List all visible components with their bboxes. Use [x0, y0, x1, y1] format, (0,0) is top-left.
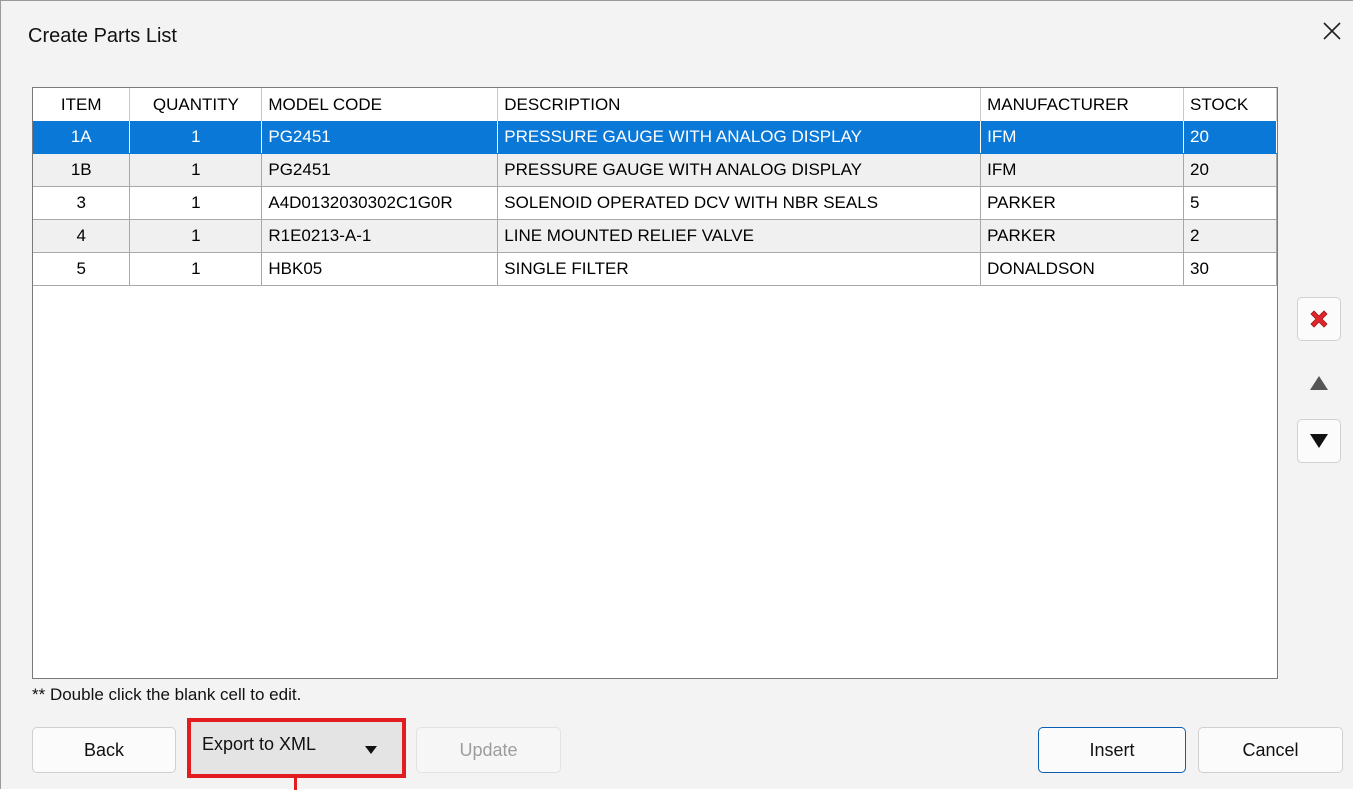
triangle-down-icon [1310, 434, 1328, 448]
export-to-xml-dropdown-button[interactable]: Export to XML [187, 718, 406, 778]
cell-description[interactable]: PRESSURE GAUGE WITH ANALOG DISPLAY [497, 153, 982, 187]
cell-quantity[interactable]: 1 [129, 252, 263, 286]
header-row: ITEM QUANTITY MODEL CODE DESCRIPTION MAN… [33, 88, 1277, 121]
cell-quantity[interactable]: 1 [129, 186, 263, 220]
cell-manufacturer[interactable]: IFM [980, 153, 1185, 187]
move-down-button[interactable] [1297, 419, 1341, 463]
cell-item[interactable]: 1A [33, 121, 131, 154]
cell-item[interactable]: 3 [33, 186, 131, 220]
cell-model-code[interactable]: HBK05 [261, 252, 499, 286]
cell-model-code[interactable]: A4D0132030302C1G0R [261, 186, 499, 220]
cell-stock[interactable]: 2 [1183, 219, 1277, 253]
cell-manufacturer[interactable]: PARKER [980, 219, 1185, 253]
close-icon [1323, 22, 1341, 40]
cell-model-code[interactable]: PG2451 [261, 121, 499, 154]
export-label: Export to XML [202, 734, 317, 754]
cell-quantity[interactable]: 1 [129, 153, 263, 187]
table-row[interactable]: 4 1 R1E0213-A-1 LINE MOUNTED RELIEF VALV… [33, 219, 1277, 253]
window-title: Create Parts List [28, 25, 177, 47]
back-button[interactable]: Back [32, 727, 176, 773]
cell-quantity[interactable]: 1 [129, 121, 263, 154]
cell-item[interactable]: 1B [33, 153, 131, 187]
caret-down-icon [364, 742, 378, 760]
cell-stock[interactable]: 20 [1183, 153, 1277, 187]
column-header-manufacturer[interactable]: MANUFACTURER [980, 88, 1185, 121]
cell-manufacturer[interactable]: PARKER [980, 186, 1185, 220]
table-row[interactable]: 3 1 A4D0132030302C1G0R SOLENOID OPERATED… [33, 186, 1277, 220]
cell-description[interactable]: SINGLE FILTER [497, 252, 982, 286]
cancel-button[interactable]: Cancel [1198, 727, 1343, 773]
table-row[interactable]: 5 1 HBK05 SINGLE FILTER DONALDSON 30 [33, 252, 1277, 286]
cell-model-code[interactable]: R1E0213-A-1 [261, 219, 499, 253]
cell-stock[interactable]: 30 [1183, 252, 1277, 286]
column-header-description[interactable]: DESCRIPTION [497, 88, 982, 121]
cell-manufacturer[interactable]: IFM [980, 121, 1185, 154]
column-header-item[interactable]: ITEM [33, 88, 131, 121]
table-row[interactable]: 1A 1 PG2451 PRESSURE GAUGE WITH ANALOG D… [33, 121, 1277, 154]
cell-manufacturer[interactable]: DONALDSON [980, 252, 1185, 286]
column-header-stock[interactable]: STOCK [1183, 88, 1277, 121]
cell-quantity[interactable]: 1 [129, 219, 263, 253]
edit-hint: ** Double click the blank cell to edit. [32, 685, 302, 704]
update-button[interactable]: Update [416, 727, 561, 773]
cell-description[interactable]: PRESSURE GAUGE WITH ANALOG DISPLAY [497, 121, 982, 154]
delete-x-icon [1310, 310, 1328, 328]
move-up-button[interactable] [1297, 361, 1341, 405]
column-header-model-code[interactable]: MODEL CODE [261, 88, 499, 121]
cell-stock[interactable]: 5 [1183, 186, 1277, 220]
cell-description[interactable]: LINE MOUNTED RELIEF VALVE [497, 219, 982, 253]
cell-stock[interactable]: 20 [1183, 121, 1277, 154]
title-bar: Create Parts List [1, 1, 1353, 69]
delete-row-button[interactable] [1297, 297, 1341, 341]
cell-model-code[interactable]: PG2451 [261, 153, 499, 187]
create-parts-list-dialog: Create Parts List ITEM QUANTITY MODEL CO… [0, 0, 1353, 790]
column-header-quantity[interactable]: QUANTITY [129, 88, 263, 121]
triangle-up-icon [1310, 376, 1328, 390]
parts-table: ITEM QUANTITY MODEL CODE DESCRIPTION MAN… [33, 88, 1277, 286]
insert-button[interactable]: Insert [1038, 727, 1186, 773]
table-row[interactable]: 1B 1 PG2451 PRESSURE GAUGE WITH ANALOG D… [33, 153, 1277, 187]
cell-item[interactable]: 5 [33, 252, 131, 286]
close-button[interactable] [1310, 9, 1353, 53]
parts-grid[interactable]: ITEM QUANTITY MODEL CODE DESCRIPTION MAN… [32, 87, 1278, 679]
highlight-pointer-line [294, 778, 297, 790]
cell-item[interactable]: 4 [33, 219, 131, 253]
cell-description[interactable]: SOLENOID OPERATED DCV WITH NBR SEALS [497, 186, 982, 220]
